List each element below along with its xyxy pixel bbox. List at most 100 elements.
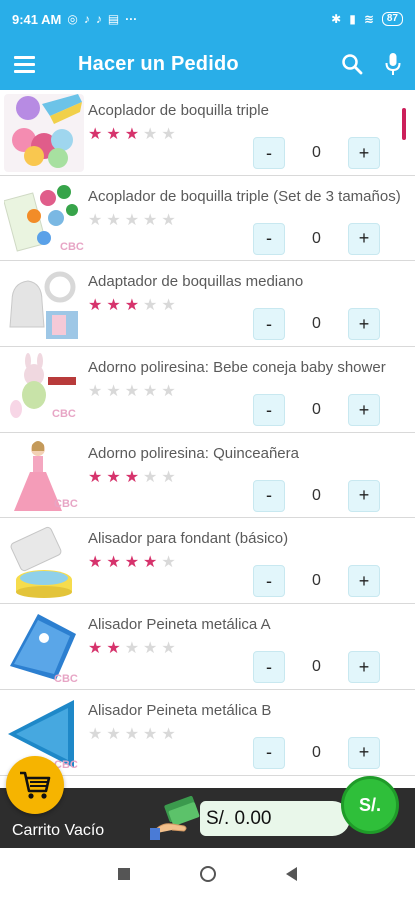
- list-item[interactable]: CBC Alisador Peineta metálica A ★ ★ ★ ★ ★ - …: [0, 604, 415, 690]
- star-icon: ★: [88, 383, 103, 401]
- system-nav-bar: [0, 848, 415, 900]
- svg-text:CBC: CBC: [60, 241, 84, 253]
- product-name: Acoplador de boquilla triple (Set de 3 t…: [88, 187, 401, 205]
- rating-stars: ★ ★ ★ ★ ★: [88, 127, 176, 143]
- product-name: Adorno poliresina: Bebe coneja baby show…: [88, 359, 386, 377]
- quantity-value[interactable]: 0: [285, 137, 348, 169]
- clock: 9:41 AM: [12, 11, 62, 27]
- list-item[interactable]: Adaptador de boquillas mediano ★ ★ ★ ★ ★ - 0…: [0, 261, 415, 348]
- product-image: CBC: [4, 436, 84, 515]
- star-icon: ★: [124, 383, 140, 401]
- search-icon[interactable]: [341, 53, 363, 75]
- star-icon: ★: [106, 640, 121, 658]
- decrement-button[interactable]: -: [253, 651, 285, 684]
- battery-indicator: 87: [381, 12, 403, 26]
- list-item[interactable]: CBC Adorno poliresina: Bebe coneja baby …: [0, 347, 415, 433]
- quantity-stepper: - 0 +: [253, 222, 380, 256]
- recent-apps-icon[interactable]: [118, 868, 130, 880]
- quantity-stepper: - 0 +: [253, 651, 380, 684]
- increment-button[interactable]: +: [348, 394, 380, 427]
- star-icon: ★: [161, 468, 176, 486]
- decrement-button[interactable]: -: [253, 394, 285, 427]
- product-name: Alisador para fondant (básico): [88, 530, 289, 548]
- list-item[interactable]: Acoplador de boquilla triple ★ ★ ★ ★ ★ - 0 +: [0, 90, 415, 176]
- svg-text:CBC: CBC: [54, 498, 78, 510]
- product-name: Alisador Peineta metálica B: [88, 701, 272, 719]
- back-icon[interactable]: [286, 867, 297, 881]
- cart-button[interactable]: [6, 756, 64, 814]
- product-name: Alisador Peineta metálica A: [88, 616, 271, 634]
- money-hand-icon: [150, 796, 200, 840]
- decrement-button[interactable]: -: [253, 222, 285, 255]
- cart-total: S/. 0.00: [200, 801, 350, 836]
- home-icon[interactable]: [200, 866, 216, 882]
- list-item[interactable]: CBC Adorno poliresina: Quinceañera ★ ★ ★ ★ ★…: [0, 433, 415, 519]
- star-icon: ★: [106, 211, 121, 229]
- increment-button[interactable]: +: [348, 308, 380, 341]
- decrement-button[interactable]: -: [253, 565, 285, 598]
- decrement-button[interactable]: -: [253, 308, 285, 341]
- star-icon: ★: [124, 554, 140, 572]
- shopping-cart-icon: [20, 771, 51, 799]
- checkout-button[interactable]: S/.: [341, 776, 399, 834]
- star-icon: ★: [161, 383, 176, 401]
- quantity-value[interactable]: 0: [285, 222, 348, 255]
- star-icon: ★: [106, 554, 121, 572]
- star-icon: ★: [143, 554, 158, 572]
- page-title: Hacer un Pedido: [78, 52, 239, 75]
- star-icon: ★: [88, 211, 103, 229]
- list-item[interactable]: Alisador para fondant (básico) ★ ★ ★ ★ ★ - 0…: [0, 518, 415, 605]
- star-icon: ★: [161, 725, 176, 743]
- product-list[interactable]: Acoplador de boquilla triple ★ ★ ★ ★ ★ - 0 +…: [0, 90, 415, 788]
- quantity-value[interactable]: 0: [285, 394, 348, 427]
- star-icon: ★: [106, 468, 121, 486]
- quantity-value[interactable]: 0: [285, 736, 348, 769]
- decrement-button[interactable]: -: [253, 137, 285, 169]
- rating-stars: ★ ★ ★ ★ ★: [88, 211, 176, 229]
- quantity-value[interactable]: 0: [285, 479, 348, 512]
- quantity-value[interactable]: 0: [285, 565, 348, 598]
- product-name: Acoplador de boquilla triple: [88, 102, 269, 119]
- cake-icon: ▤: [107, 12, 120, 26]
- increment-button[interactable]: +: [348, 565, 380, 598]
- star-icon: ★: [88, 297, 103, 315]
- product-image: [4, 265, 84, 344]
- microphone-icon[interactable]: [385, 52, 401, 76]
- product-image: [4, 94, 84, 172]
- product-image: CBC: [4, 179, 84, 258]
- rating-stars: ★ ★ ★ ★ ★: [88, 641, 176, 657]
- increment-button[interactable]: +: [348, 736, 380, 769]
- svg-text:CBC: CBC: [54, 673, 78, 685]
- status-bar: 9:41 AM ◎ ♪ ♪ ▤ ··· ✱ ▮ ≋ 87: [0, 0, 415, 38]
- star-icon: ★: [143, 126, 158, 143]
- star-icon: ★: [124, 640, 140, 658]
- star-icon: ★: [143, 468, 158, 486]
- increment-button[interactable]: +: [348, 651, 380, 684]
- tiktok-icon: ♪: [83, 12, 90, 26]
- decrement-button[interactable]: -: [253, 479, 285, 512]
- decrement-button[interactable]: -: [253, 736, 285, 769]
- quantity-value[interactable]: 0: [285, 651, 348, 684]
- wifi-icon: ≋: [363, 12, 374, 26]
- star-icon: ★: [124, 126, 140, 143]
- signal-icon: ▮: [349, 12, 356, 26]
- product-image: CBC: [4, 608, 84, 687]
- rating-stars: ★ ★ ★ ★ ★: [88, 468, 176, 486]
- quantity-stepper: - 0 +: [253, 479, 380, 513]
- product-name: Adorno poliresina: Quinceañera: [88, 444, 299, 462]
- tiktok-icon-2: ♪: [95, 12, 102, 26]
- increment-button[interactable]: +: [348, 479, 380, 512]
- star-icon: ★: [106, 297, 121, 315]
- increment-button[interactable]: +: [348, 137, 380, 169]
- star-icon: ★: [124, 725, 140, 743]
- app-bar: Hacer un Pedido: [0, 38, 415, 90]
- menu-icon[interactable]: [14, 47, 48, 81]
- list-item[interactable]: CBC Alisador Peineta metálica B ★ ★ ★ ★ ★ - …: [0, 690, 415, 776]
- increment-button[interactable]: +: [348, 222, 380, 255]
- product-name: Adaptador de boquillas mediano: [88, 273, 304, 291]
- quantity-value[interactable]: 0: [285, 308, 348, 341]
- star-icon: ★: [143, 725, 158, 743]
- cart-status-label: Carrito Vacío: [12, 822, 105, 839]
- list-item[interactable]: CBC Acoplador de boquilla triple (Set de…: [0, 176, 415, 262]
- rating-stars: ★ ★ ★ ★ ★: [88, 298, 176, 314]
